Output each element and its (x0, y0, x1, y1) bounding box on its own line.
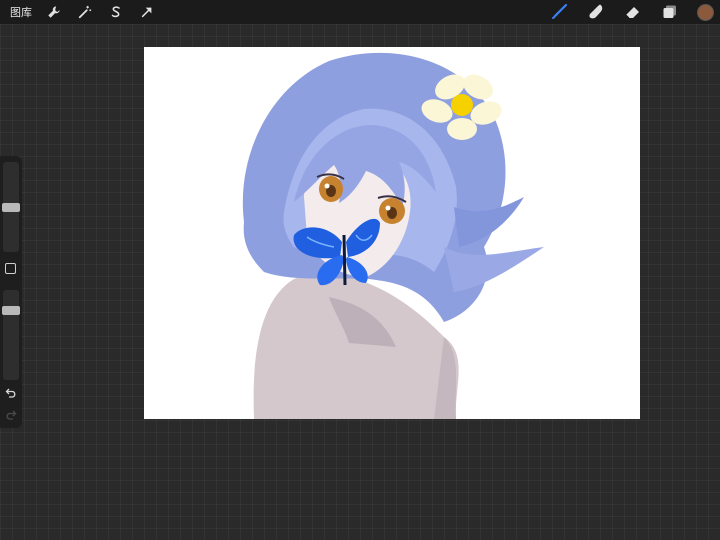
top-toolbar: 图库 (0, 0, 720, 24)
layers-icon[interactable] (660, 2, 680, 22)
gallery-button[interactable]: 图库 (10, 4, 32, 20)
selection-icon[interactable] (107, 3, 125, 21)
color-picker-swatch[interactable] (697, 3, 714, 21)
undo-icon[interactable] (4, 386, 18, 400)
magic-wand-icon[interactable] (76, 3, 94, 21)
opacity-handle[interactable] (2, 306, 20, 316)
drawing-canvas[interactable] (144, 47, 640, 419)
brush-size-handle[interactable] (2, 202, 20, 212)
brush-size-slider[interactable] (2, 162, 20, 252)
wrench-icon[interactable] (45, 3, 63, 21)
redo-icon[interactable] (4, 408, 18, 422)
right-toolbar (549, 0, 720, 24)
opacity-slider[interactable] (2, 290, 20, 380)
artwork-illustration (242, 52, 544, 419)
smudge-icon[interactable] (586, 2, 606, 22)
modify-square-icon[interactable] (5, 263, 16, 274)
transform-arrow-icon[interactable] (138, 3, 156, 21)
side-toolbar (0, 156, 22, 428)
brush-icon[interactable] (549, 2, 569, 22)
eraser-icon[interactable] (623, 2, 643, 22)
